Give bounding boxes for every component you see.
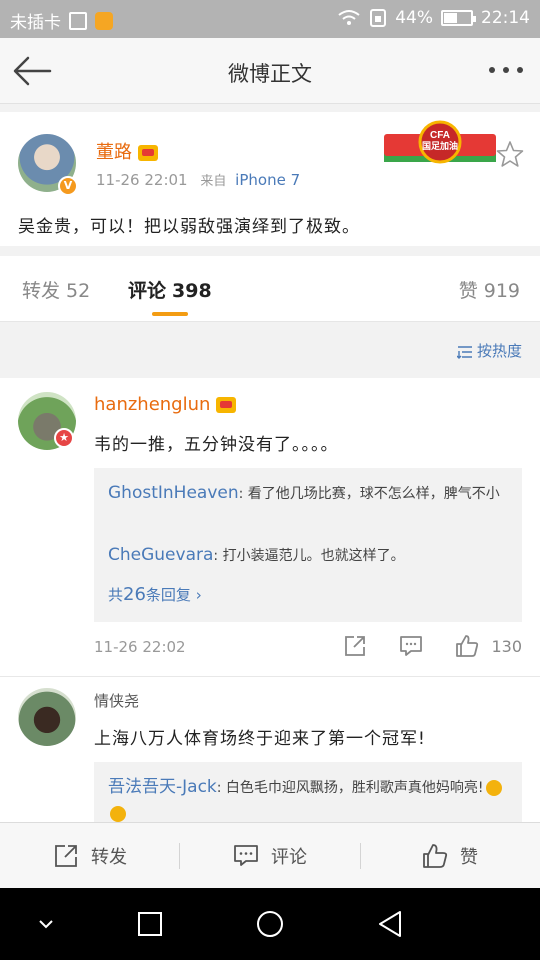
post-time: 11-26 22:01: [96, 171, 188, 189]
more-replies-suffix: 条回复: [145, 586, 191, 604]
vip-crown-icon: [216, 397, 237, 413]
reply-text: : 白色毛巾迎风飘扬，胜利歌声真他妈响亮!: [216, 780, 484, 796]
system-back-icon[interactable]: [374, 908, 406, 940]
recent-apps-icon[interactable]: [134, 908, 166, 940]
verified-badge-icon: V: [58, 176, 78, 196]
tab-comments-count: 398: [172, 280, 212, 302]
carrier-text: 未插卡: [10, 13, 61, 33]
tab-likes[interactable]: 赞 919: [459, 276, 520, 303]
favorite-star-icon[interactable]: [496, 140, 524, 168]
weibo-post: V 董路 11-26 22:01 来自 iPhone 7 CFA 国足加油 吴金…: [0, 112, 540, 246]
battery-icon: [441, 10, 476, 26]
reply-author[interactable]: CheGuevara: [108, 545, 213, 565]
comment-label: 评论: [271, 847, 307, 868]
sort-bar: 按热度: [0, 322, 540, 378]
comment-text: 韦的一推，五分钟没有了。。。。: [94, 435, 339, 455]
comment-divider: [0, 676, 540, 677]
author-name[interactable]: 董路: [96, 138, 158, 164]
banner-badge-text: CFA: [430, 130, 450, 141]
repost-label: 转发: [91, 847, 127, 868]
reply-item: 吾法吾天-Jack: 白色毛巾迎风飘扬，胜利歌声真他妈响亮!: [108, 774, 508, 822]
top-navigation-bar: 微博正文: [0, 38, 540, 104]
like-button[interactable]: 赞: [360, 823, 540, 889]
post-source[interactable]: iPhone 7: [235, 171, 300, 189]
status-bar: 未插卡 44% 22:14: [0, 0, 540, 38]
hide-keyboard-chevron-icon[interactable]: [30, 908, 62, 940]
wifi-icon: [338, 10, 360, 25]
comment-button[interactable]: 评论: [180, 823, 360, 889]
tab-comments[interactable]: 评论 398: [128, 276, 212, 303]
commenter-name[interactable]: hanzhenglun: [94, 394, 237, 415]
commenter-avatar[interactable]: [18, 688, 76, 746]
post-content: 吴金贵，可以！把以弱敌强演绎到了极致。: [18, 217, 360, 237]
clock: 22:14: [481, 8, 530, 28]
weibo-notification-icon: [95, 11, 113, 30]
more-replies-prefix: 共: [108, 586, 124, 604]
banner-text: 国足加油: [422, 140, 458, 152]
battery-percent: 44%: [395, 8, 433, 28]
home-icon[interactable]: [254, 908, 286, 940]
active-tab-indicator: [152, 312, 188, 316]
thumbs-up-icon: [423, 844, 448, 868]
tab-likes-count: 919: [483, 280, 520, 302]
interaction-tabs: 转发 52 评论 398 赞 919: [0, 256, 540, 322]
view-all-replies-link[interactable]: 共26条回复 ›: [108, 584, 202, 605]
reply-preview-box[interactable]: GhostInHeaven: 看了他几场比赛，球不怎么样，脾气不小 CheGue…: [94, 468, 522, 622]
tab-reposts[interactable]: 转发 52: [22, 276, 90, 303]
comment-like-count: 130: [491, 636, 522, 656]
post-meta: 11-26 22:01 来自 iPhone 7: [96, 170, 300, 189]
comment-time: 11-26 22:02: [94, 638, 186, 656]
comment-list: ★ hanzhenglun 韦的一推，五分钟没有了。。。。 GhostInHea…: [0, 378, 540, 822]
source-prefix: 来自: [200, 174, 227, 189]
reply-text: : 看了他几场比赛，球不怎么样，脾气不小: [238, 486, 500, 502]
commenter-name-text[interactable]: hanzhenglun: [94, 394, 210, 415]
team-banner-badge: CFA 国足加油: [384, 120, 496, 164]
sort-icon: [456, 345, 472, 359]
author-name-text[interactable]: 董路: [96, 142, 132, 163]
tab-comments-label: 评论: [128, 280, 167, 302]
comment-icon: [234, 845, 258, 866]
reply-item: GhostInHeaven: 看了他几场比赛，球不怎么样，脾气不小: [108, 480, 508, 507]
vip-crown-icon: [138, 145, 158, 161]
more-options-icon[interactable]: [486, 58, 526, 82]
tab-reposts-count: 52: [66, 280, 91, 302]
bottom-action-bar: 转发 评论 赞: [0, 822, 540, 888]
thumbs-up-icon[interactable]: [455, 634, 479, 658]
reply-author[interactable]: 吾法吾天-Jack: [108, 777, 217, 797]
chevron-right-icon: ›: [195, 586, 202, 604]
commenter-name[interactable]: 情侠尧: [94, 690, 139, 711]
reply-author[interactable]: GhostInHeaven: [108, 483, 239, 503]
laughing-emoji-icon: [110, 806, 126, 822]
repost-icon[interactable]: [343, 634, 367, 658]
repost-button[interactable]: 转发: [0, 823, 180, 889]
comment-text: 上海八万人体育场终于迎来了第一个冠军!: [94, 729, 426, 749]
sim-icon: [370, 9, 387, 27]
reply-item: CheGuevara: 打小装逼范儿。也就这样了。: [108, 542, 508, 569]
gallery-icon: [69, 11, 87, 30]
page-title: 微博正文: [228, 62, 312, 86]
like-label: 赞: [460, 847, 478, 868]
sort-by-hot-button[interactable]: 按热度: [456, 340, 522, 361]
reply-text: : 打小装逼范儿。也就这样了。: [213, 548, 405, 564]
repost-icon: [55, 845, 77, 867]
verified-badge-icon: ★: [54, 428, 74, 448]
laughing-emoji-icon: [485, 780, 502, 796]
tab-reposts-label: 转发: [22, 280, 61, 302]
sort-label: 按热度: [476, 342, 522, 360]
tab-likes-label: 赞: [458, 280, 478, 302]
reply-preview-box[interactable]: 吾法吾天-Jack: 白色毛巾迎风飘扬，胜利歌声真他妈响亮!: [94, 762, 522, 822]
comment-icon[interactable]: [399, 634, 423, 658]
system-navigation-bar: [0, 888, 540, 960]
more-replies-count: 26: [123, 584, 146, 605]
comment-actions: 130: [311, 634, 522, 658]
